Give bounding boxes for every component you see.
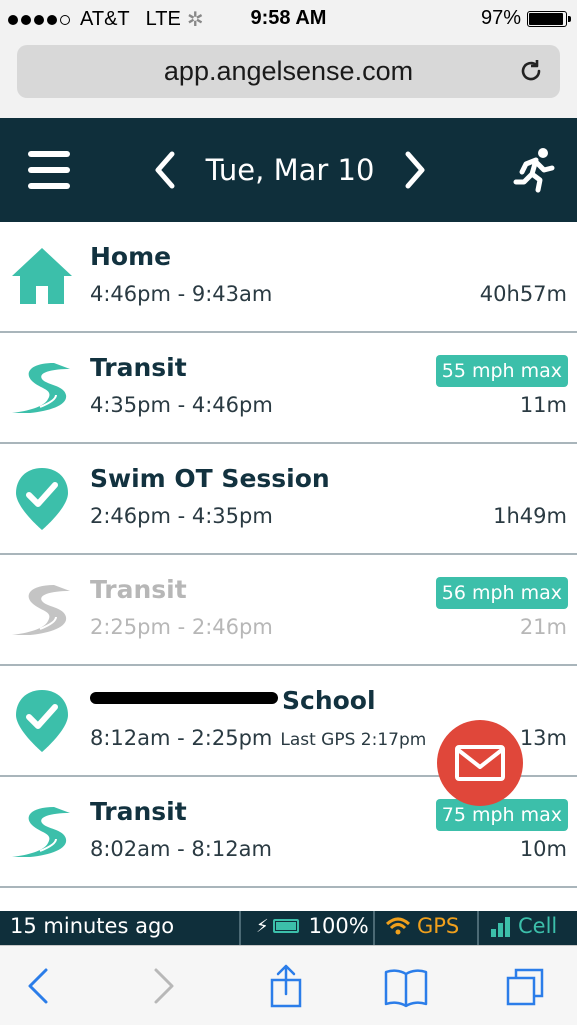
- mail-icon: [455, 745, 505, 781]
- app-header: Tue, Mar 10: [0, 118, 577, 222]
- timeline-row[interactable]: Home 4:46pm - 9:43am 40h57m: [0, 222, 577, 333]
- place-name: School: [282, 686, 376, 715]
- timeline-row[interactable]: Transit 55 mph max 4:35pm - 4:46pm 11m: [0, 333, 577, 444]
- row-title: School: [90, 686, 376, 715]
- chevron-left-icon[interactable]: [152, 148, 178, 192]
- bookmarks-icon[interactable]: [384, 964, 428, 1008]
- wifi-signal-icon: [385, 917, 411, 935]
- row-times: 4:46pm - 9:43am: [90, 282, 273, 306]
- tabs-icon[interactable]: [504, 964, 548, 1008]
- cell-status: Cell: [490, 914, 557, 938]
- last-gps: Last GPS 2:17pm: [280, 730, 427, 750]
- row-times: 8:02am - 8:12am: [90, 837, 272, 861]
- cell-label: Cell: [518, 914, 558, 938]
- row-duration: 11m: [519, 393, 567, 417]
- location-check-icon: [16, 690, 68, 752]
- row-times: 8:12am - 2:25pm Last GPS 2:17pm: [90, 726, 426, 750]
- address-bar[interactable]: app.angelsense.com: [17, 45, 560, 98]
- current-date: Tue, Mar 10: [205, 153, 375, 187]
- row-title: Transit: [90, 575, 187, 604]
- home-icon: [12, 248, 72, 304]
- browser-chrome: app.angelsense.com: [0, 38, 577, 118]
- device-battery: ⚡ 100%: [256, 914, 369, 938]
- url-text: app.angelsense.com: [163, 56, 414, 86]
- browser-toolbar: [0, 945, 577, 1025]
- ios-status-bar: AT&T LTE ✲ 9:58 AM 97%: [0, 0, 577, 38]
- row-title: Home: [90, 242, 172, 271]
- row-duration: 1h49m: [493, 504, 567, 528]
- last-update: 15 minutes ago: [10, 914, 175, 938]
- time-range: 8:12am - 2:25pm: [90, 726, 273, 750]
- forward-icon[interactable]: [140, 964, 184, 1008]
- location-check-icon: [16, 468, 68, 530]
- row-title: Transit: [90, 797, 187, 826]
- hamburger-icon[interactable]: [28, 151, 70, 189]
- row-duration: 21m: [519, 615, 567, 639]
- row-duration: 13m: [519, 726, 567, 750]
- row-times: 2:25pm - 2:46pm: [90, 615, 273, 639]
- row-duration: 40h57m: [479, 282, 567, 306]
- battery-icon: [527, 10, 571, 27]
- row-times: 4:35pm - 4:46pm: [90, 393, 273, 417]
- runner-icon[interactable]: [512, 146, 556, 194]
- device-status-bar: 15 minutes ago ⚡ 100% GPS Cell: [0, 911, 577, 945]
- device-battery-percent: 100%: [308, 914, 369, 938]
- charging-bolt-icon: ⚡: [256, 915, 269, 937]
- speed-badge: 55 mph max: [435, 355, 568, 387]
- battery-info: 97%: [480, 7, 571, 30]
- share-icon[interactable]: [264, 964, 308, 1008]
- road-icon: [12, 363, 70, 413]
- row-times: 2:46pm - 4:35pm: [90, 504, 273, 528]
- gps-label: GPS: [417, 914, 460, 938]
- row-title: Swim OT Session: [90, 464, 330, 493]
- row-duration: 10m: [519, 837, 567, 861]
- chevron-right-icon[interactable]: [402, 148, 428, 192]
- row-title: Transit: [90, 353, 187, 382]
- battery-icon: [272, 919, 299, 933]
- reload-icon[interactable]: [518, 58, 544, 84]
- road-icon: [12, 585, 70, 635]
- cell-signal-icon: [491, 917, 510, 937]
- gps-status: GPS: [385, 914, 459, 938]
- speed-badge: 56 mph max: [435, 577, 568, 609]
- redaction-mark: [90, 692, 278, 704]
- back-icon[interactable]: [18, 964, 62, 1008]
- battery-percent: 97%: [480, 7, 521, 29]
- mail-button[interactable]: [437, 720, 523, 806]
- timeline-row[interactable]: Swim OT Session 2:46pm - 4:35pm 1h49m: [0, 444, 577, 555]
- timeline-row[interactable]: Transit 56 mph max 2:25pm - 2:46pm 21m: [0, 555, 577, 666]
- road-icon: [12, 807, 70, 857]
